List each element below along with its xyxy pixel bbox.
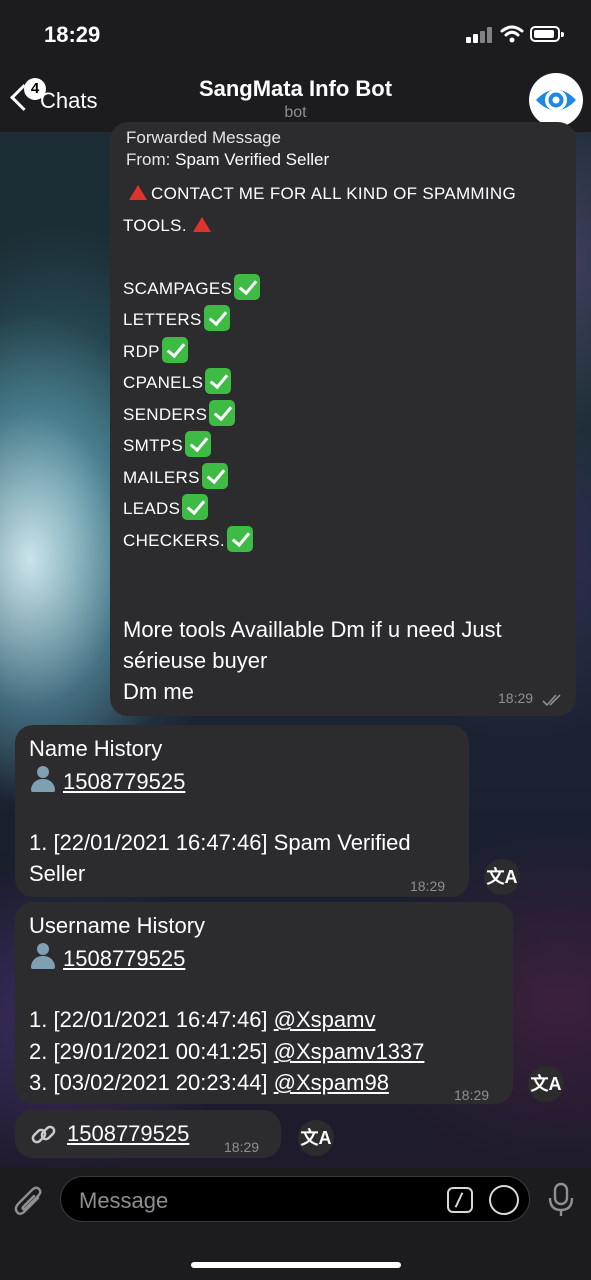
- name-history-title: Name History: [29, 736, 163, 761]
- check-mark-icon: [185, 431, 212, 457]
- signal-icon: [466, 27, 494, 43]
- message-time: 18:29: [454, 1087, 490, 1103]
- tool-item: LEADS: [123, 493, 516, 525]
- chat-subtitle: bot: [284, 104, 307, 121]
- headline-line-1: CONTACT ME FOR ALL KIND OF SPAMMING: [123, 178, 516, 210]
- username-link[interactable]: @Xspamv: [274, 1007, 376, 1032]
- entry-date: 2. [29/01/2021 00:41:25]: [29, 1039, 274, 1064]
- entry-date: 1. [22/01/2021 16:47:46]: [29, 1007, 274, 1032]
- username-entry: 3. [03/02/2021 20:23:44] @Xspam98: [29, 1067, 389, 1099]
- tool-label: LEADS: [123, 499, 181, 518]
- user-id-link[interactable]: 1508779525: [63, 769, 185, 794]
- red-triangle-icon: [192, 216, 211, 232]
- tool-label: SCAMPAGES: [123, 278, 233, 298]
- user-id-row: 1508779525: [29, 765, 185, 798]
- user-id-link[interactable]: 1508779525: [63, 946, 185, 971]
- tool-item: RDP: [123, 336, 516, 368]
- check-mark-icon: [182, 494, 209, 520]
- username-link[interactable]: @Xspamv1337: [274, 1039, 425, 1064]
- check-mark-icon: [203, 305, 230, 331]
- status-time: 18:29: [44, 22, 101, 47]
- entry-date: 3. [03/02/2021 20:23:44]: [29, 1070, 274, 1095]
- translate-icon: 文A: [530, 1074, 562, 1094]
- check-mark-icon: [201, 462, 228, 489]
- translate-button[interactable]: 文A: [528, 1066, 564, 1102]
- tool-item: MAILERS: [123, 462, 516, 494]
- message-time: 18:29: [410, 878, 446, 894]
- tool-label: MAILERS: [123, 467, 200, 487]
- person-icon: [29, 765, 57, 793]
- headline-2: TOOLS.: [123, 215, 187, 235]
- message-time: 18:29: [498, 690, 534, 706]
- forwarded-message[interactable]: Forwarded Message From: Spam Verified Se…: [110, 122, 576, 716]
- from-name[interactable]: Spam Verified Seller: [175, 150, 329, 169]
- message-placeholder: Message: [79, 1188, 169, 1213]
- tool-label: SENDERS: [123, 404, 208, 424]
- headline-1: CONTACT ME FOR ALL KIND OF SPAMMING: [151, 184, 517, 203]
- user-id-link[interactable]: 1508779525: [67, 1118, 189, 1150]
- red-triangle-icon: [129, 185, 147, 200]
- tool-label: LETTERS: [123, 310, 202, 329]
- username-history-title: Username History: [29, 913, 206, 938]
- tool-label: CPANELS: [123, 373, 204, 392]
- eye-icon: [536, 89, 576, 111]
- username-link[interactable]: @Xspam98: [274, 1070, 389, 1095]
- name-history-message[interactable]: Name History 1508779525 1. [22/01/2021 1…: [15, 725, 469, 897]
- wifi-icon: [500, 25, 524, 43]
- attach-icon[interactable]: [14, 1186, 46, 1220]
- status-bar: 18:29: [0, 0, 591, 70]
- tool-item: SMTPS: [123, 430, 516, 462]
- user-link-message[interactable]: 1508779525 18:29: [15, 1110, 281, 1158]
- tool-item: SCAMPAGES: [123, 273, 516, 305]
- forwarded-from[interactable]: From: Spam Verified Seller: [126, 150, 329, 170]
- tool-item: SENDERS: [123, 399, 516, 431]
- tail-line-1: More tools Availlable Dm if u need Just: [123, 617, 502, 642]
- username-history-message[interactable]: Username History 1508779525 1. [22/01/20…: [15, 902, 513, 1104]
- translate-icon: 文A: [300, 1128, 332, 1148]
- tool-label: RDP: [123, 341, 160, 361]
- home-indicator: [191, 1262, 401, 1268]
- tool-item: LETTERS: [123, 304, 516, 336]
- bot-avatar[interactable]: [529, 73, 583, 127]
- tool-label: SMTPS: [123, 436, 184, 455]
- battery-icon: [530, 26, 564, 42]
- check-mark-icon: [209, 399, 236, 426]
- sticker-icon[interactable]: [489, 1185, 519, 1215]
- message-input-bar: Message: [0, 1168, 591, 1280]
- bot-command-icon[interactable]: [447, 1187, 473, 1213]
- check-mark-icon: [161, 336, 188, 363]
- microphone-icon[interactable]: [547, 1182, 575, 1218]
- forwarded-tail-text: More tools Availlable Dm if u need Just …: [123, 614, 502, 707]
- username-entry: 2. [29/01/2021 00:41:25] @Xspamv1337: [29, 1036, 424, 1068]
- double-check-icon: [542, 694, 561, 707]
- name-entry-line-2: Seller: [29, 861, 86, 886]
- tool-item: CHECKERS.: [123, 525, 516, 557]
- translate-icon: 文A: [486, 867, 518, 887]
- username-entry: 1. [22/01/2021 16:47:46] @Xspamv: [29, 1004, 375, 1036]
- from-prefix: From:: [126, 150, 171, 169]
- message-input[interactable]: Message: [60, 1176, 530, 1222]
- forwarded-text: CONTACT ME FOR ALL KIND OF SPAMMING TOOL…: [123, 178, 516, 556]
- check-mark-icon: [234, 273, 261, 300]
- tool-label: CHECKERS.: [123, 530, 225, 550]
- link-icon: [31, 1125, 56, 1144]
- name-entry-line-1: 1. [22/01/2021 16:47:46] Spam Verified: [29, 830, 411, 855]
- user-id-row: 1508779525: [29, 942, 185, 975]
- person-icon: [29, 942, 57, 970]
- tool-item: CPANELS: [123, 367, 516, 399]
- tail-line-3: Dm me: [123, 679, 194, 704]
- tail-line-2: sérieuse buyer: [123, 648, 268, 673]
- check-mark-icon: [226, 525, 253, 552]
- translate-button[interactable]: 文A: [298, 1120, 334, 1156]
- headline-line-2: TOOLS.: [123, 210, 516, 242]
- chat-title[interactable]: SangMata Info Bot: [0, 76, 591, 102]
- translate-button[interactable]: 文A: [484, 859, 520, 895]
- message-time: 18:29: [224, 1139, 260, 1155]
- forwarded-label: Forwarded Message: [126, 128, 281, 147]
- check-mark-icon: [205, 368, 232, 394]
